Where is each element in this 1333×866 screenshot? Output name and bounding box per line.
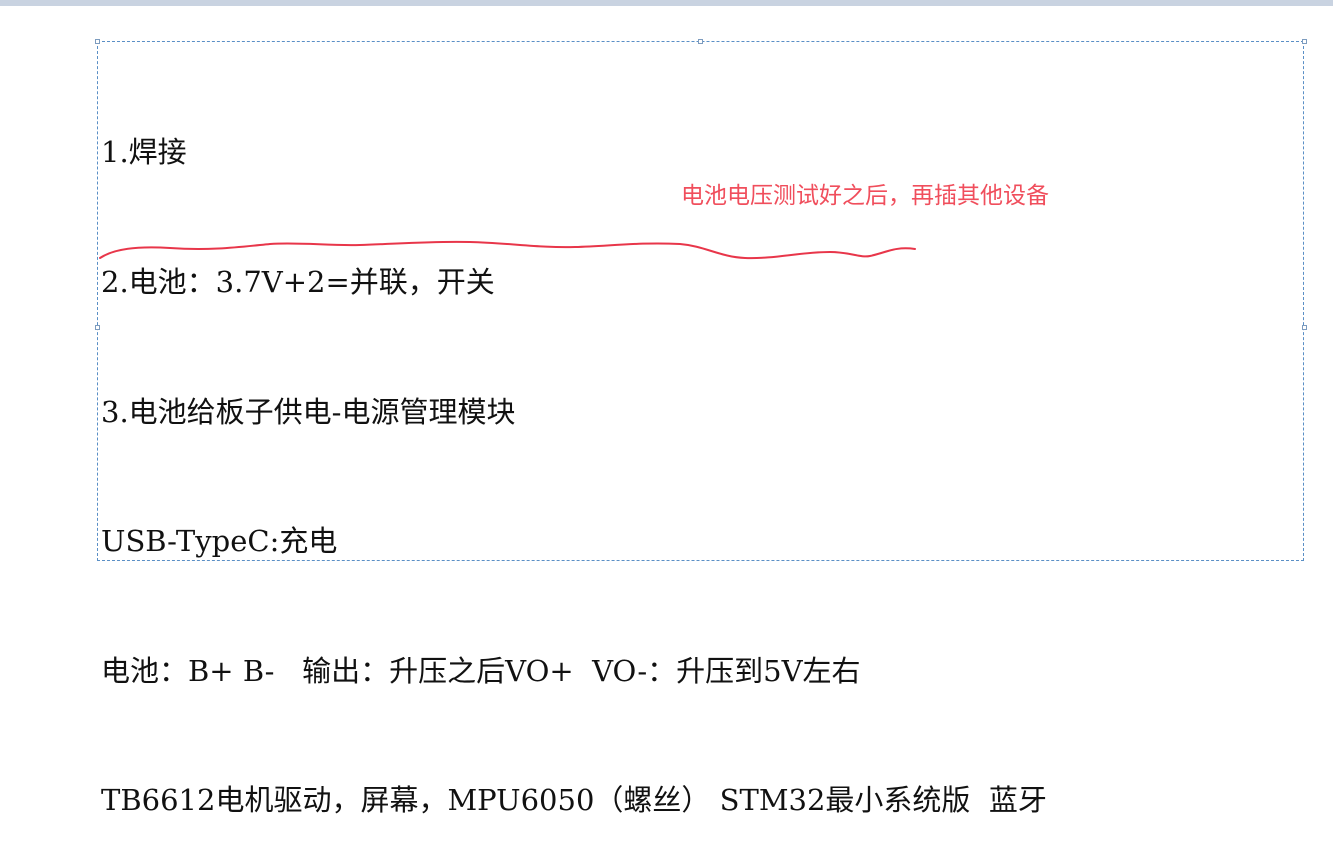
resize-handle-top-middle[interactable]	[698, 39, 703, 44]
text-box-content[interactable]: 1.焊接 2.电池：3.7V+2=并联，开关 3.电池给板子供电-电源管理模块 …	[101, 45, 1047, 866]
resize-handle-top-left[interactable]	[95, 39, 100, 44]
resize-handle-middle-left[interactable]	[95, 325, 100, 330]
text-line-5: 电池：B+ B- 输出：升压之后VO+ VO-：升压到5V左右	[101, 653, 861, 688]
text-line-4: USB-TypeC:充电	[101, 524, 338, 559]
text-line-1: 1.焊接	[101, 135, 187, 170]
text-line-6: TB6612电机驱动，屏幕，MPU6050（螺丝） STM32最小系统版 蓝牙	[101, 783, 1047, 818]
text-line-2: 2.电池：3.7V+2=并联，开关	[101, 265, 495, 299]
window-top-bar	[0, 0, 1333, 6]
red-annotation-text: 电池电压测试好之后，再插其他设备	[681, 183, 1049, 209]
text-line-3: 3.电池给板子供电-电源管理模块	[101, 394, 516, 429]
resize-handle-middle-right[interactable]	[1302, 325, 1307, 330]
resize-handle-top-right[interactable]	[1302, 39, 1307, 44]
